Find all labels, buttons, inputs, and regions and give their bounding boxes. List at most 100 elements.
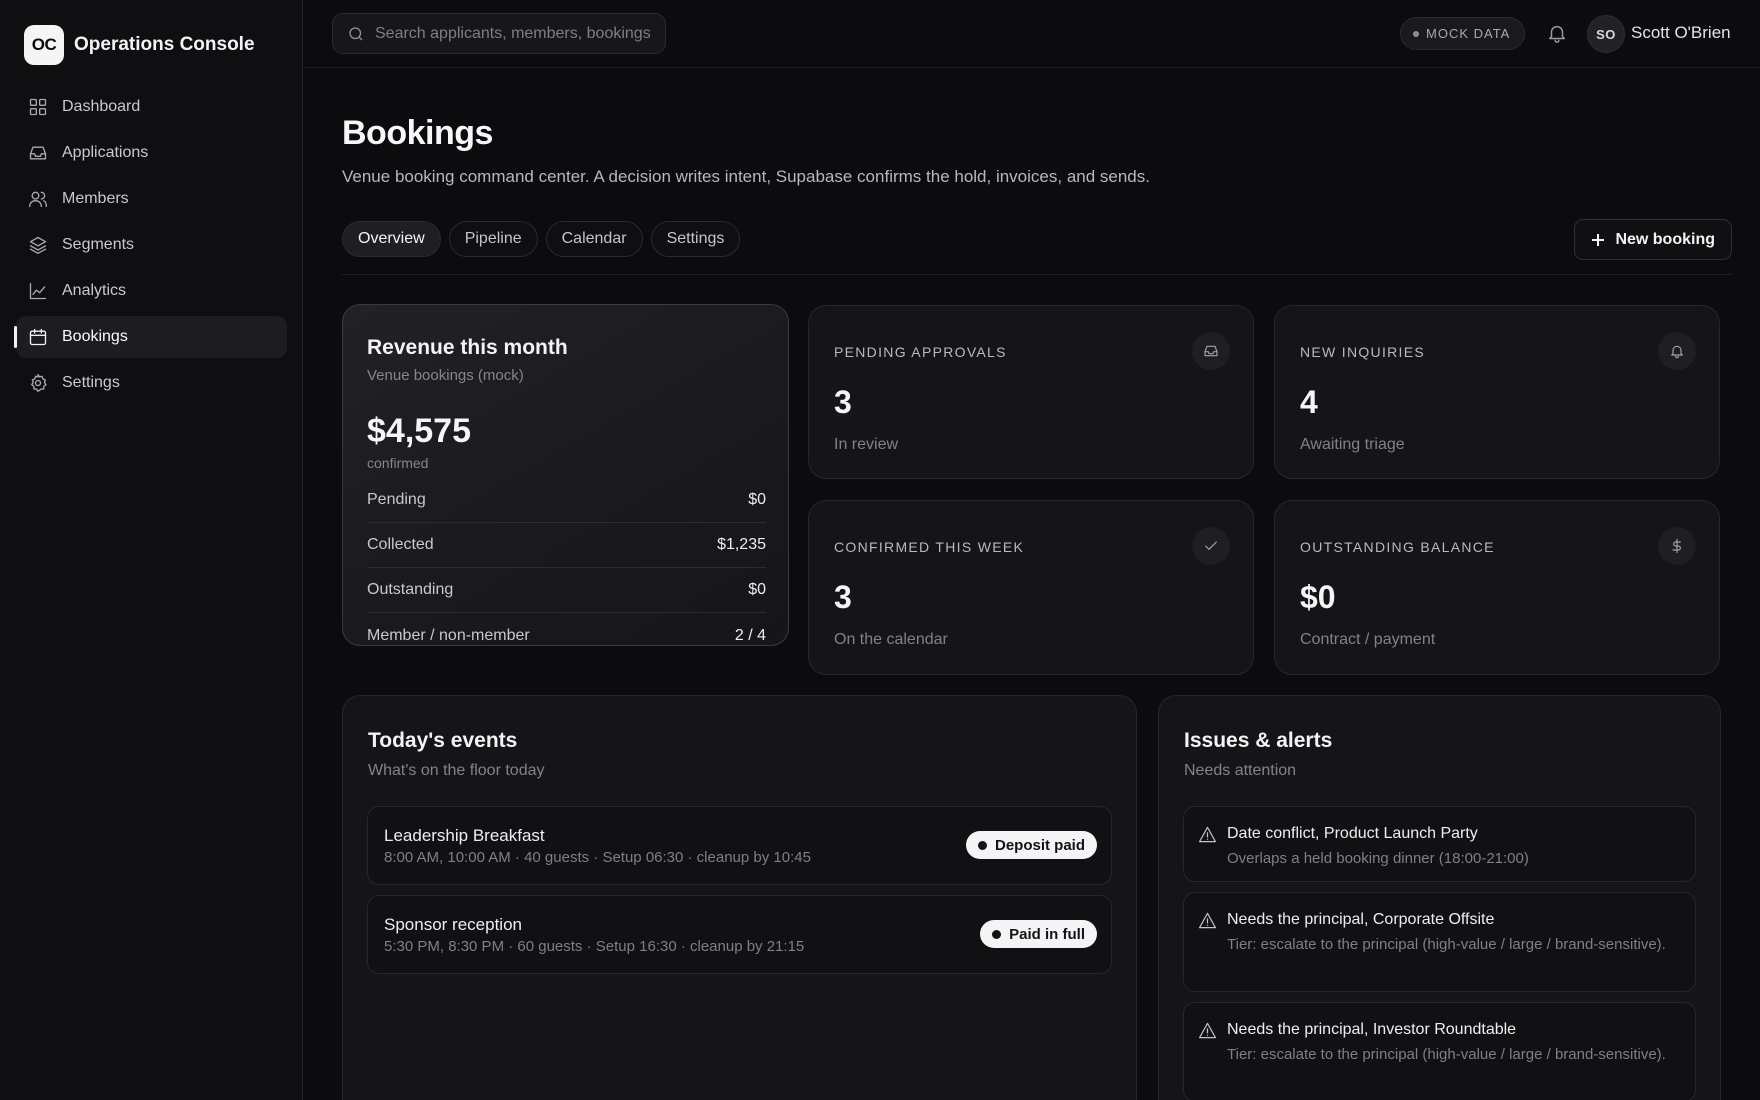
panel-title: Today's events [368, 729, 518, 752]
sidebar-item-label: Bookings [62, 328, 128, 345]
row-value: $0 [748, 581, 766, 598]
panel-subtitle: Needs attention [1184, 762, 1297, 779]
stat-icon-wrap [1658, 527, 1696, 565]
tab-settings[interactable]: Settings [650, 221, 741, 257]
status-badge-label: Deposit paid [994, 836, 1085, 854]
stat-card-outstanding-balance[interactable]: OUTSTANDING BALANCE $0 Contract / paymen… [1274, 500, 1720, 675]
stat-card-pending-approvals[interactable]: PENDING APPROVALS 3 In review [808, 305, 1254, 479]
stat-label: PENDING APPROVALS [834, 344, 1007, 360]
avatar[interactable]: SO [1587, 15, 1625, 53]
stat-value: 4 [1300, 384, 1318, 420]
search-box[interactable] [332, 13, 666, 54]
tab-calendar[interactable]: Calendar [545, 221, 643, 257]
sidebar-item-applications[interactable]: Applications [16, 132, 287, 174]
event-meta: 8:00 AM, 10:00 AM · 40 guests · Setup 06… [384, 849, 811, 866]
new-booking-button[interactable]: New booking [1574, 219, 1732, 260]
alert-item[interactable]: Needs the principal, Investor Roundtable… [1183, 1002, 1696, 1100]
stat-icon-wrap [1192, 332, 1230, 370]
alert-title: Needs the principal, Investor Roundtable [1227, 1021, 1517, 1038]
warning-icon [1198, 826, 1217, 843]
stat-value: 3 [834, 384, 852, 420]
sidebar-item-label: Segments [62, 236, 135, 253]
search-input[interactable] [375, 24, 650, 43]
topbar: MOCK DATA SO Scott O'Brien [304, 0, 1760, 68]
issues-alerts-panel: Issues & alerts Needs attention Date con… [1158, 695, 1721, 1100]
brand-name: Operations Console [74, 34, 255, 55]
sidebar-item-label: Members [62, 190, 129, 207]
bell-icon [1671, 345, 1683, 359]
warning-icon [1198, 1022, 1217, 1039]
stat-icon-wrap [1192, 527, 1230, 565]
brand[interactable]: OC Operations Console [24, 25, 255, 65]
chart-line-icon [29, 282, 47, 300]
calendar-icon [29, 328, 47, 346]
user-name[interactable]: Scott O'Brien [1631, 23, 1731, 43]
main-content: Bookings Venue booking command center. A… [304, 69, 1760, 1100]
row-label: Member / non-member [367, 626, 530, 644]
sidebar-item-settings[interactable]: Settings [16, 362, 287, 404]
users-icon [29, 191, 47, 208]
page-subtitle: Venue booking command center. A decision… [342, 167, 1150, 186]
sidebar: OC Operations Console Dashboard Applicat… [0, 0, 303, 1100]
revenue-title: Revenue this month [367, 336, 568, 359]
panel-title: Issues & alerts [1184, 729, 1333, 752]
sidebar-item-segments[interactable]: Segments [16, 224, 287, 266]
revenue-subtitle: Venue bookings (mock) [367, 367, 524, 384]
status-badge-label: Paid in full [1009, 925, 1085, 943]
stat-label: NEW INQUIRIES [1300, 344, 1426, 360]
stat-card-confirmed-this-week[interactable]: CONFIRMED THIS WEEK 3 On the calendar [808, 500, 1254, 675]
divider [342, 274, 1732, 275]
inbox-icon [29, 146, 47, 160]
sidebar-item-dashboard[interactable]: Dashboard [16, 86, 287, 128]
dollar-icon [1672, 538, 1681, 554]
stat-card-new-inquiries[interactable]: NEW INQUIRIES 4 Awaiting triage [1274, 305, 1720, 479]
stat-caption: In review [834, 436, 899, 453]
event-item[interactable]: Leadership Breakfast 8:00 AM, 10:00 AM ·… [367, 806, 1112, 885]
row-value: $1,235 [717, 536, 766, 553]
stat-caption: Contract / payment [1300, 631, 1436, 648]
warning-icon [1198, 912, 1217, 929]
stat-value: 3 [834, 579, 852, 615]
revenue-amount: $4,575 [367, 412, 471, 450]
mock-data-label: MOCK DATA [1426, 26, 1511, 41]
revenue-caption: confirmed [367, 455, 429, 471]
alert-description: Overlaps a held booking dinner (18:00-21… [1227, 850, 1529, 867]
alert-item[interactable]: Date conflict, Product Launch Party Over… [1183, 806, 1696, 882]
alert-description: Tier: escalate to the principal (high-va… [1227, 936, 1666, 953]
status-dot [1413, 30, 1419, 37]
status-dot [977, 840, 987, 850]
sidebar-item-label: Applications [62, 144, 149, 161]
alert-item[interactable]: Needs the principal, Corporate Offsite T… [1183, 892, 1696, 992]
search-icon [349, 26, 363, 40]
alert-description: Tier: escalate to the principal (high-va… [1227, 1046, 1666, 1063]
sidebar-item-label: Analytics [62, 282, 127, 299]
row-label: Outstanding [367, 581, 454, 598]
plus-icon [1592, 233, 1605, 246]
revenue-row-pending: Pending $0 [367, 478, 766, 523]
sidebar-item-members[interactable]: Members [16, 178, 287, 220]
row-label: Collected [367, 536, 434, 553]
todays-events-panel: Today's events What's on the floor today… [342, 695, 1137, 1100]
grid-icon [29, 98, 47, 116]
sidebar-nav: Dashboard Applications Members Segments … [14, 86, 287, 408]
alert-title: Needs the principal, Corporate Offsite [1227, 911, 1495, 928]
event-name: Leadership Breakfast [384, 826, 545, 845]
bell-icon [1548, 25, 1566, 43]
panel-subtitle: What's on the floor today [368, 762, 545, 779]
event-name: Sponsor reception [384, 915, 522, 934]
brand-logo: OC [24, 25, 64, 65]
revenue-card: Revenue this month Venue bookings (mock)… [342, 304, 789, 646]
gear-icon [31, 374, 47, 392]
sidebar-item-label: Settings [62, 374, 120, 391]
tab-overview[interactable]: Overview [342, 221, 441, 257]
tab-pipeline[interactable]: Pipeline [448, 221, 538, 257]
mock-data-badge: MOCK DATA [1400, 17, 1526, 50]
status-badge: Paid in full [980, 920, 1097, 948]
notifications-button[interactable] [1546, 22, 1568, 44]
event-item[interactable]: Sponsor reception 5:30 PM, 8:30 PM · 60 … [367, 895, 1112, 974]
layers-icon [29, 236, 47, 254]
stat-caption: Awaiting triage [1300, 436, 1405, 453]
status-badge: Deposit paid [965, 831, 1097, 859]
sidebar-item-analytics[interactable]: Analytics [16, 270, 287, 312]
sidebar-item-bookings[interactable]: Bookings [14, 316, 287, 358]
